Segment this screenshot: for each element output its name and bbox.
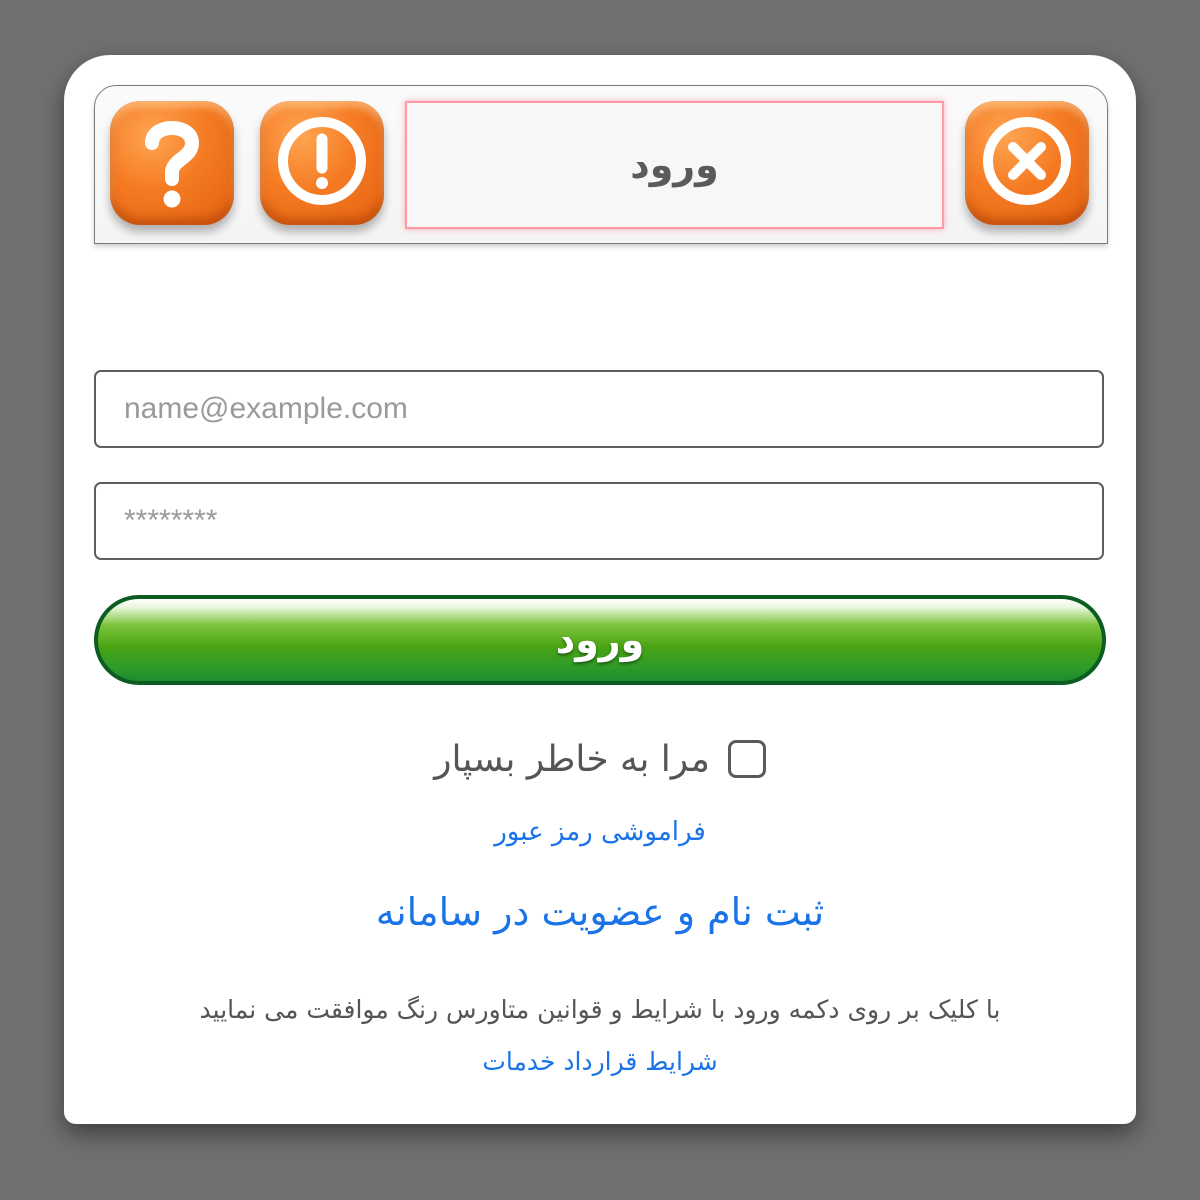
email-field[interactable] [94,370,1104,448]
remember-me-label: مرا به خاطر بسپار [434,738,710,780]
exclamation-icon [272,111,372,215]
dialog-header: ورود [94,85,1108,244]
login-button[interactable]: ورود [94,595,1106,685]
forgot-password-link[interactable]: فراموشی رمز عبور [64,817,1136,847]
close-x-icon [977,111,1077,215]
help-button[interactable] [110,101,234,225]
close-button[interactable] [965,101,1089,225]
dialog-title: ورود [405,101,944,229]
remember-me: مرا به خاطر بسپار [64,731,1136,787]
login-dialog: ورود ورود مرا به خاطر بسپار فراموشی رمز … [64,55,1136,1124]
register-link[interactable]: ثبت نام و عضویت در سامانه [64,890,1136,934]
remember-me-checkbox[interactable] [727,740,766,778]
terms-notice: با کلیک بر روی دکمه ورود با شرایط و قوان… [199,995,1001,1024]
password-field[interactable] [94,482,1104,560]
question-mark-icon [132,111,212,215]
info-button[interactable] [260,101,384,225]
terms-link[interactable]: شرایط قرارداد خدمات [64,1047,1136,1076]
